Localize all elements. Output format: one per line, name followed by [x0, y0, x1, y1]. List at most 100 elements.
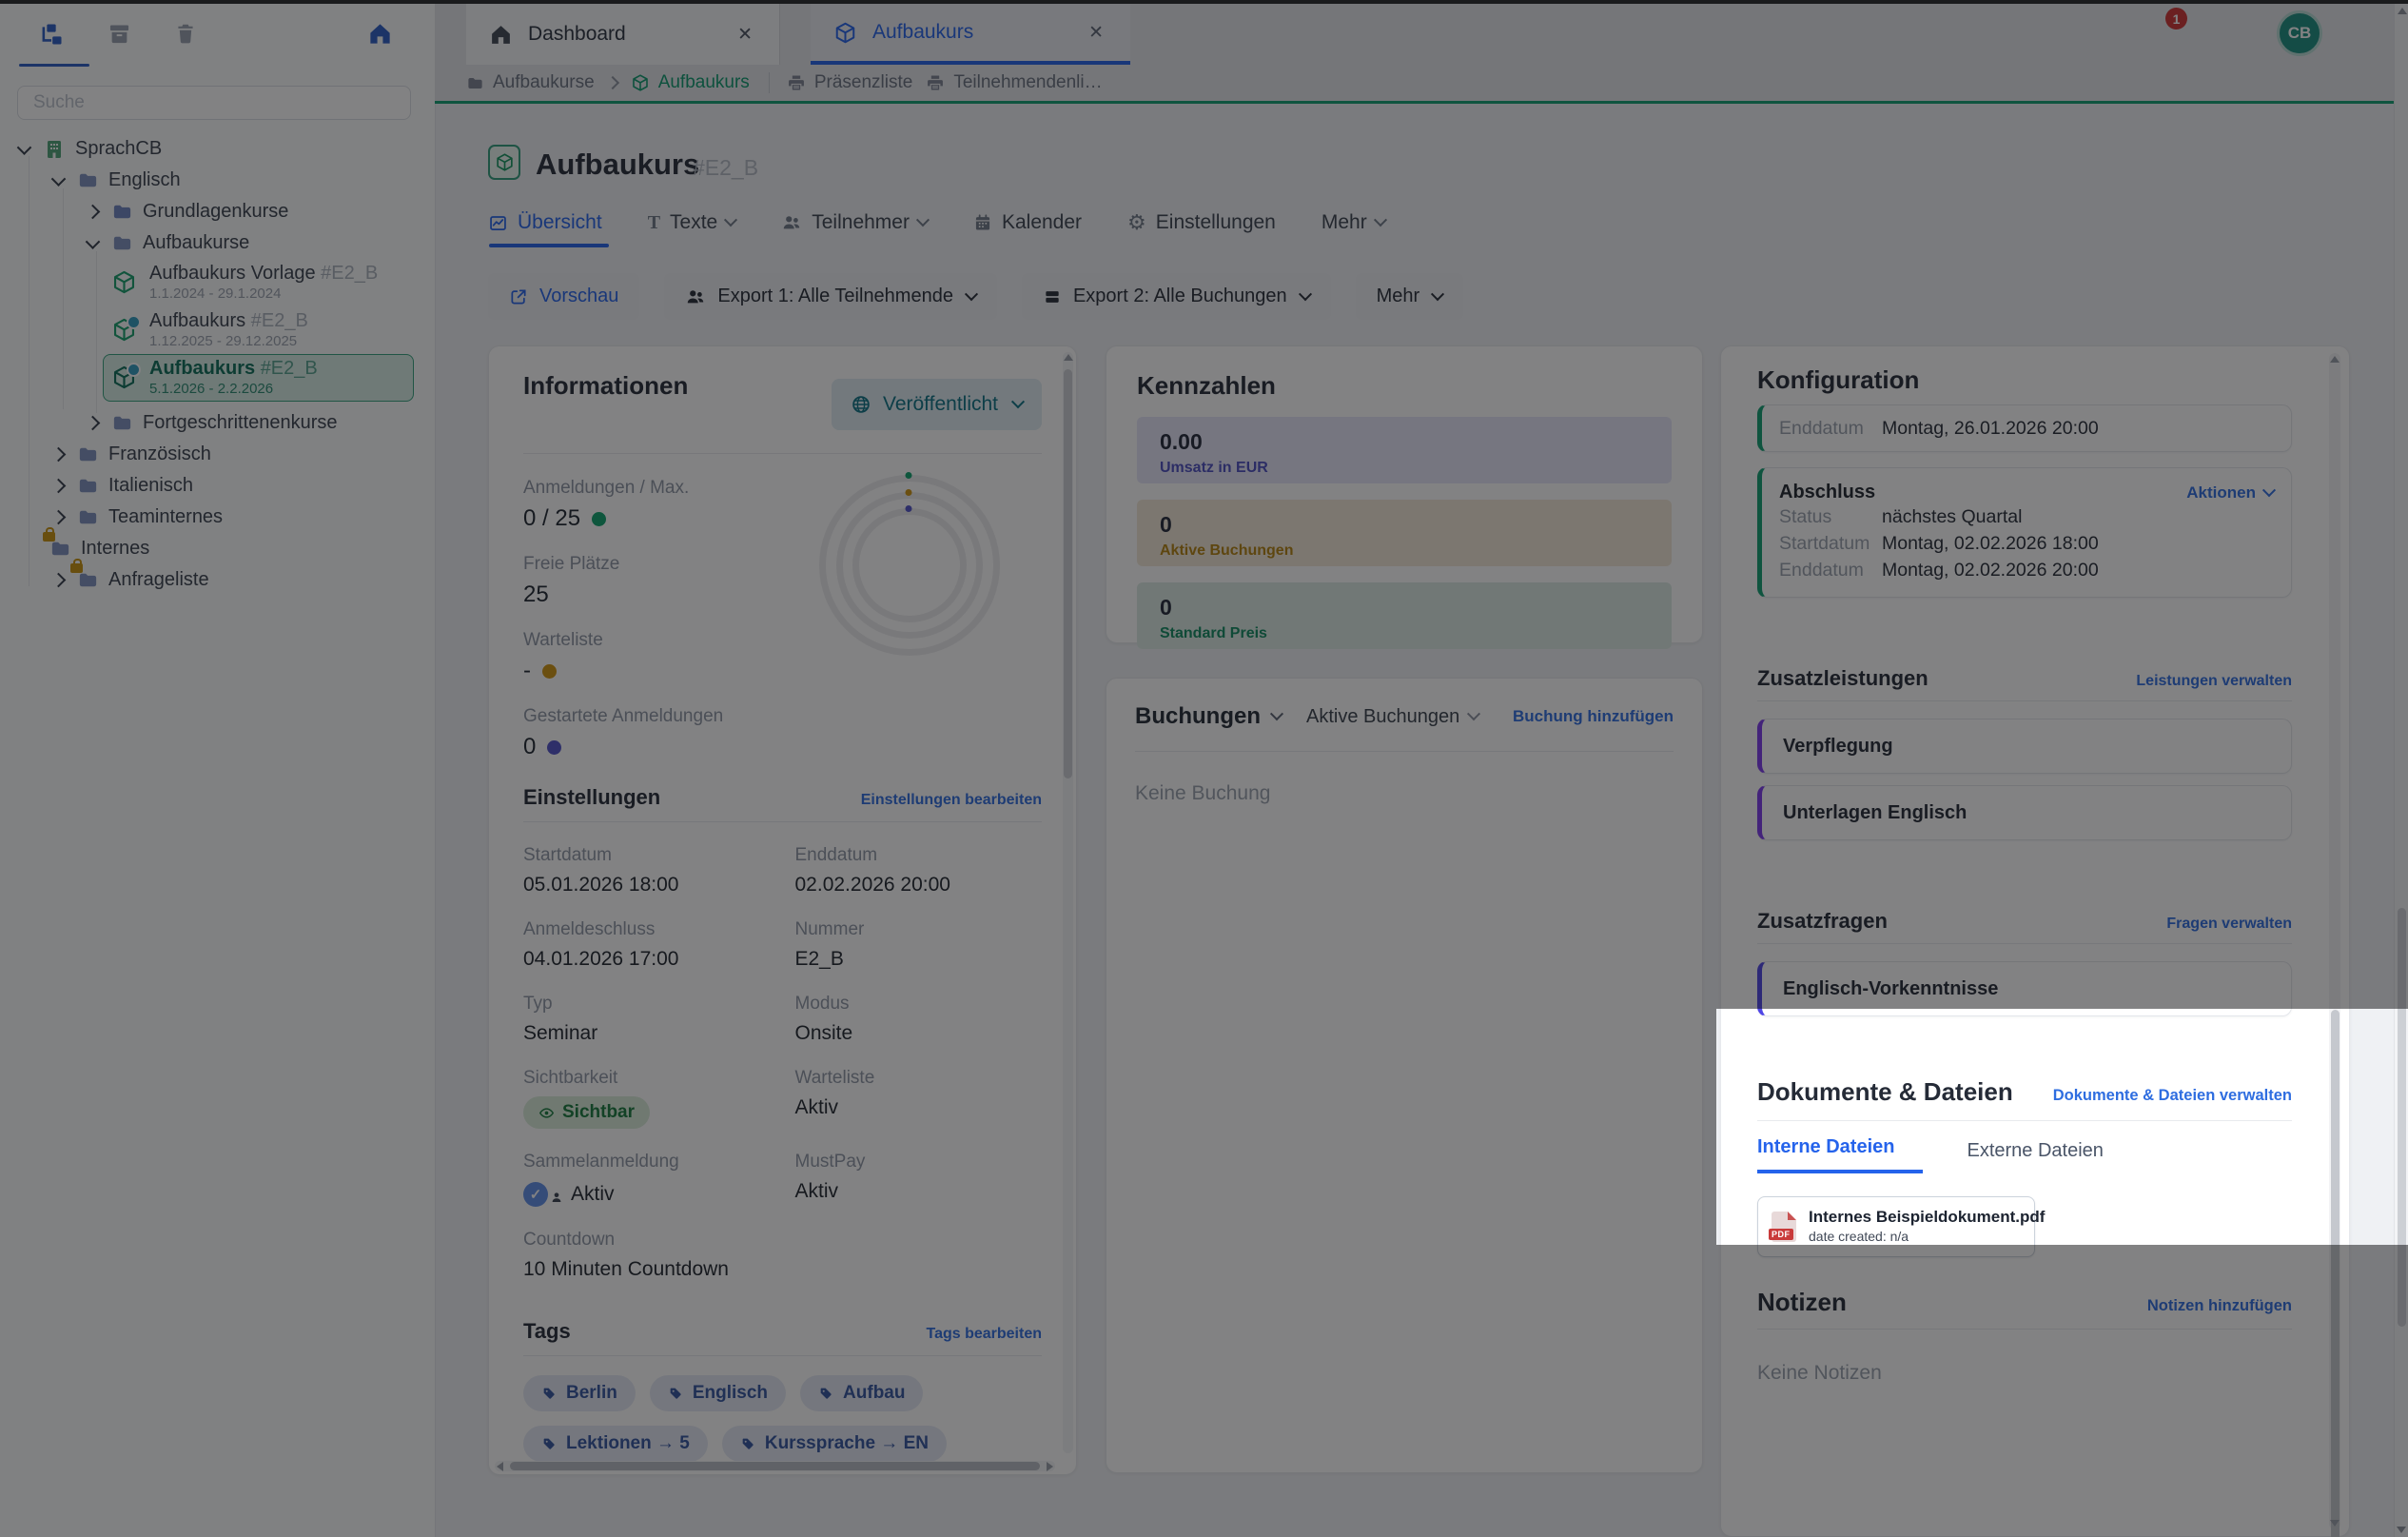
- chevron-down-icon[interactable]: [17, 140, 32, 155]
- tab-teilnehmer[interactable]: Teilnehmer: [781, 211, 928, 234]
- sidebar-item-englisch[interactable]: Englisch: [0, 165, 435, 196]
- breadcrumb-label: Aufbaukurse: [493, 72, 595, 93]
- file-date: date created: n/a: [1809, 1229, 1909, 1244]
- kennzahlen-card: Kennzahlen 0.00 Umsatz in EUR 0 Aktive B…: [1106, 345, 1703, 643]
- sidebar-item-anfrageliste[interactable]: Anfrageliste: [0, 564, 435, 596]
- tab-label: Aufbaukurs: [872, 21, 1085, 44]
- button-label: Export 1: Alle Teilnehmende: [717, 286, 953, 307]
- konfiguration-partial-card[interactable]: Enddatum Montag, 26.01.2026 20:00: [1757, 404, 2292, 452]
- sidebar-item-sprachcb[interactable]: SprachCB: [0, 133, 435, 165]
- tab-mehr[interactable]: Mehr: [1321, 211, 1385, 234]
- course-title: Aufbaukurs: [149, 358, 255, 379]
- buchungen-filter-dropdown[interactable]: Aktive Buchungen: [1306, 706, 1478, 728]
- buchungen-title-dropdown[interactable]: Buchungen: [1135, 703, 1282, 730]
- panel-scrollbar[interactable]: [2329, 353, 2340, 1529]
- status-dropdown[interactable]: Veröffentlicht: [832, 379, 1042, 430]
- sidebar-item-internes[interactable]: Internes: [0, 533, 435, 564]
- stat-umsatz: 0.00 Umsatz in EUR: [1137, 417, 1672, 483]
- tab-dashboard[interactable]: Dashboard ✕: [466, 4, 780, 65]
- tag-icon: [541, 1386, 557, 1401]
- section-title: Zusatzfragen: [1757, 909, 1888, 934]
- aktionen-dropdown[interactable]: Aktionen: [2186, 483, 2274, 502]
- mehr-button[interactable]: Mehr: [1356, 273, 1464, 320]
- tag-lektionen[interactable]: Lektionen → 5: [523, 1426, 708, 1462]
- page-scrollbar[interactable]: [2394, 4, 2408, 1537]
- divider: [1757, 700, 2292, 701]
- tags-bearbeiten-link[interactable]: Tags bearbeiten: [926, 1326, 1042, 1343]
- einstellungen-bearbeiten-link[interactable]: Einstellungen bearbeiten: [861, 792, 1042, 809]
- notizen-hinzufuegen-link[interactable]: Notizen hinzufügen: [2147, 1297, 2292, 1315]
- tab-kalender[interactable]: Kalender: [973, 211, 1082, 234]
- chevron-down-icon[interactable]: [51, 171, 67, 187]
- leistung-unterlagen-englisch[interactable]: Unterlagen Englisch: [1757, 785, 2292, 840]
- chevron-right-icon[interactable]: [86, 416, 101, 431]
- file-item-pdf[interactable]: PDF Internes Beispieldokument.pdf date c…: [1757, 1196, 2035, 1257]
- breadcrumb-item-teilnehmendenliste[interactable]: Teilnehmendenli…: [926, 72, 1102, 93]
- frage-englisch-vorkenntnisse[interactable]: Englisch-Vorkenntnisse: [1757, 961, 2292, 1016]
- chevron-right-icon[interactable]: [51, 510, 67, 525]
- sidebar-item-aufbaukurse[interactable]: Aufbaukurse: [0, 227, 435, 259]
- chart-icon: [488, 213, 508, 233]
- tab-externe-dateien[interactable]: Externe Dateien: [1963, 1140, 2106, 1173]
- abschluss-card[interactable]: Abschluss Aktionen Statusnächstes Quarta…: [1757, 467, 2292, 598]
- tab-einstellungen[interactable]: ⚙ Einstellungen: [1127, 211, 1276, 234]
- chevron-right-icon[interactable]: [51, 479, 67, 494]
- export1-button[interactable]: Export 1: Alle Teilnehmende: [664, 273, 997, 320]
- sidebar-item-fortgeschrittenenkurse[interactable]: Fortgeschrittenenkurse: [0, 407, 435, 439]
- close-icon[interactable]: ✕: [1085, 20, 1107, 46]
- sidebar-course-vorlage[interactable]: Aufbaukurs Vorlage #E2_B 1.1.2024 - 29.1…: [103, 259, 414, 306]
- tag-kurssprache[interactable]: Kurssprache → EN: [722, 1426, 947, 1462]
- sidebar-item-franzoesisch[interactable]: Französisch: [0, 439, 435, 470]
- tab-label: Übersicht: [518, 211, 602, 234]
- tab-interne-dateien[interactable]: Interne Dateien: [1757, 1136, 1923, 1173]
- globe-icon: [851, 394, 871, 415]
- tab-label: Mehr: [1321, 211, 1367, 234]
- home-icon[interactable]: [367, 21, 396, 49]
- external-link-icon: [509, 287, 528, 306]
- donut-marker-green: [906, 472, 912, 479]
- chevron-down-icon[interactable]: [86, 234, 101, 249]
- tab-texte[interactable]: T Texte: [648, 211, 736, 234]
- tree-view-icon[interactable]: [38, 21, 67, 49]
- breadcrumb-item-aufbaukurs[interactable]: Aufbaukurs: [631, 72, 750, 93]
- archive-icon[interactable]: [107, 21, 135, 49]
- tab-uebersicht[interactable]: Übersicht: [488, 211, 602, 234]
- chevron-right-icon[interactable]: [51, 573, 67, 588]
- stat-value: 0.00: [1160, 429, 1649, 455]
- dokumente-verwalten-link[interactable]: Dokumente & Dateien verwalten: [2053, 1087, 2292, 1105]
- sidebar-item-teaminternes[interactable]: Teaminternes: [0, 502, 435, 533]
- leistungen-verwalten-link[interactable]: Leistungen verwalten: [2136, 673, 2292, 690]
- field-label: Modus: [795, 994, 1043, 1015]
- tag-icon: [818, 1386, 833, 1401]
- tab-aufbaukurs-active[interactable]: Aufbaukurs ✕: [811, 4, 1130, 65]
- tag-englisch[interactable]: Englisch: [650, 1375, 786, 1411]
- page-title-code: #E2_B: [693, 155, 758, 181]
- tag-aufbau[interactable]: Aufbau: [800, 1375, 923, 1411]
- donut-marker-indigo: [906, 505, 912, 512]
- chevron-right-icon[interactable]: [51, 447, 67, 463]
- gear-icon: ⚙: [1127, 213, 1146, 232]
- sidebar-item-grundlagenkurse[interactable]: Grundlagenkurse: [0, 196, 435, 227]
- export2-button[interactable]: Export 2: Alle Buchungen: [1022, 273, 1331, 320]
- active-tool-underline: [19, 64, 89, 67]
- chevron-right-icon[interactable]: [86, 205, 101, 220]
- info-horizontal-scrollbar[interactable]: [495, 1461, 1055, 1471]
- sidebar-course-selected[interactable]: Aufbaukurs #E2_B 5.1.2026 - 2.2.2026: [103, 354, 414, 402]
- fragen-verwalten-link[interactable]: Fragen verwalten: [2166, 916, 2292, 933]
- info-vertical-scrollbar[interactable]: [1063, 352, 1073, 1453]
- trash-icon[interactable]: [173, 21, 202, 49]
- breadcrumb-item-aufbaukurse[interactable]: Aufbaukurse: [466, 72, 595, 93]
- avatar[interactable]: CB: [2277, 10, 2322, 56]
- close-icon[interactable]: ✕: [734, 22, 756, 48]
- leistung-verpflegung[interactable]: Verpflegung: [1757, 719, 2292, 774]
- vorschau-button[interactable]: Vorschau: [488, 273, 639, 320]
- search-input[interactable]: [17, 86, 411, 120]
- card-title: Kennzahlen: [1137, 371, 1672, 401]
- breadcrumb-item-praesenzliste[interactable]: Präsenzliste: [787, 72, 913, 93]
- sidebar-course-2025[interactable]: Aufbaukurs #E2_B 1.12.2025 - 29.12.2025: [103, 306, 414, 354]
- stat-aktive-buchungen: 0 Aktive Buchungen: [1137, 500, 1672, 566]
- buchung-hinzufuegen-link[interactable]: Buchung hinzufügen: [1513, 707, 1674, 726]
- sidebar-item-italienisch[interactable]: Italienisch: [0, 470, 435, 502]
- tag-berlin[interactable]: Berlin: [523, 1375, 636, 1411]
- sidebar: SprachCB Englisch Grundlagenkurse Aufbau…: [0, 4, 436, 1537]
